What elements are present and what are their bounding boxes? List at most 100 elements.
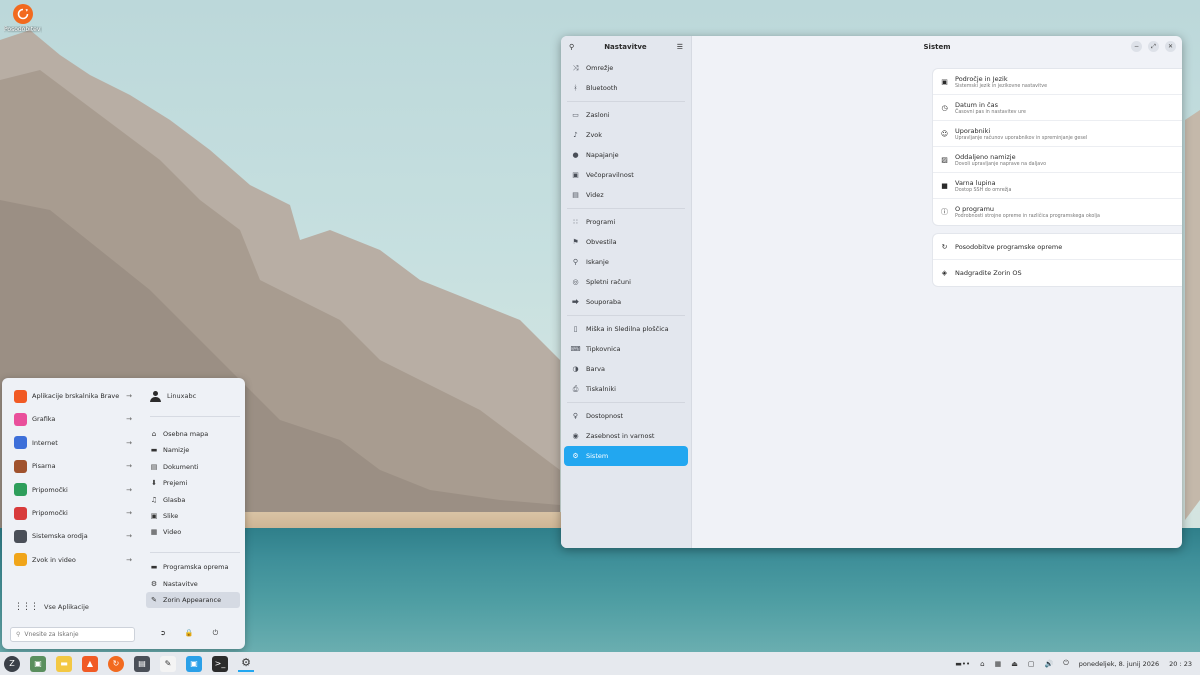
store-icon[interactable]: ▣ xyxy=(186,655,202,672)
sidebar-item-0[interactable]: ⤨ Omrežje xyxy=(564,58,688,78)
home-folder-icon: ⌂ xyxy=(151,430,157,438)
sidebar-item-17[interactable]: ◉ Zasebnost in varnost xyxy=(564,426,688,446)
desktop-icon-updater[interactable]: Posodobitev programov xyxy=(4,4,42,33)
category-label: Pripomočki xyxy=(32,509,68,517)
sidebar-item-7[interactable]: ∷ Programi xyxy=(564,212,688,232)
close-button[interactable]: ✕ xyxy=(1165,41,1176,52)
clock-time[interactable]: 20 : 23 xyxy=(1169,660,1192,668)
menu-place-3[interactable]: ⬇ Prejemi xyxy=(150,475,240,491)
sidebar-item-4[interactable]: ● Napajanje xyxy=(564,145,688,165)
text-editor-icon[interactable]: ✎ xyxy=(160,655,176,672)
hamburger-menu-icon[interactable]: ☰ xyxy=(677,43,683,51)
printer-icon: ⎙ xyxy=(572,384,579,393)
sidebar-item-1[interactable]: ᚼ Bluetooth xyxy=(564,78,688,98)
sidebar-item-6[interactable]: ▤ Videz xyxy=(564,185,688,205)
terminal-icon[interactable]: >_ xyxy=(212,655,228,672)
eject-icon[interactable]: ⏏ xyxy=(1011,660,1018,668)
power-icon[interactable]: ⏻ xyxy=(213,629,219,638)
sidebar-item-8[interactable]: ⚑ Obvestila xyxy=(564,232,688,252)
home-icon[interactable]: ⌂ xyxy=(980,660,984,668)
sidebar-item-16[interactable]: ♀ Dostopnost xyxy=(564,406,688,426)
menu-place-6[interactable]: ▦ Video xyxy=(150,524,240,540)
menu-category-6[interactable]: Sistemska orodja → xyxy=(14,527,132,545)
menu-system-1[interactable]: ⚙ Nastavitve xyxy=(150,576,240,592)
lock-icon[interactable]: 🔒 xyxy=(185,629,194,638)
sidebar-item-label: Večopravilnost xyxy=(586,171,634,179)
menu-category-3[interactable]: Pisarna → xyxy=(14,457,132,475)
start-menu: Aplikacije brskalnika Brave → Grafika → Inte… xyxy=(2,378,245,649)
system-row-3[interactable]: ▨ Oddaljeno namizje Dovoli upravljanje nap… xyxy=(933,147,1182,173)
link-row-0[interactable]: ↻Posodobitve programske opreme↗ xyxy=(933,234,1182,260)
power-menu-icon[interactable]: ⏻ xyxy=(1063,659,1069,668)
link-row-1[interactable]: ◈Nadgradite Zorin OS↗ xyxy=(933,260,1182,286)
user-avatar-icon xyxy=(150,390,161,402)
zorin-menu-icon[interactable]: Z xyxy=(4,655,20,672)
system-row-1[interactable]: ◷ Datum in čas Časovni pas in nastavitev u… xyxy=(933,95,1182,121)
sidebar-divider xyxy=(567,402,685,403)
sidebar-item-5[interactable]: ▣ Večopravilnost xyxy=(564,165,688,185)
appearance-icon: ✎ xyxy=(151,596,157,604)
sidebar-header: ⚲ Nastavitve ☰ xyxy=(561,36,691,58)
menu-category-7[interactable]: Zvok in video → xyxy=(14,551,132,569)
sidebar-item-14[interactable]: ◑ Barva xyxy=(564,359,688,379)
sidebar-item-18[interactable]: ⚙ Sistem xyxy=(564,446,688,466)
layout-icon[interactable]: ▦ xyxy=(995,660,1002,668)
sidebar-item-15[interactable]: ⎙ Tiskalniki xyxy=(564,379,688,399)
sidebar-item-10[interactable]: ◎ Spletni računi xyxy=(564,272,688,292)
page-title: Sistem xyxy=(923,43,951,51)
sidebar-item-9[interactable]: ⚲ Iskanje xyxy=(564,252,688,272)
menu-place-2[interactable]: ▤ Dokumenti xyxy=(150,459,240,475)
software-store-icon[interactable]: ▣ xyxy=(30,655,46,672)
search-icon: ⚲ xyxy=(16,631,21,638)
menu-category-1[interactable]: Grafika → xyxy=(14,410,132,428)
sidebar-item-3[interactable]: ♪ Zvok xyxy=(564,125,688,145)
maximize-button[interactable]: ⤢ xyxy=(1148,41,1159,52)
menu-category-5[interactable]: Pripomočki → xyxy=(14,504,132,522)
sidebar-item-11[interactable]: ⮕ Souporaba xyxy=(564,292,688,312)
menu-search-input[interactable] xyxy=(24,631,125,638)
place-label: Osebna mapa xyxy=(163,430,209,438)
menu-search[interactable]: ⚲ xyxy=(10,627,135,642)
category-label: Pripomočki xyxy=(32,485,68,494)
brave-browser-icon[interactable]: ▲ xyxy=(82,655,98,672)
system-settings-card: ▣ Področje in Jezik Sistemski jezik in jez… xyxy=(933,69,1182,225)
menu-place-0[interactable]: ⌂ Osebna mapa xyxy=(150,426,240,442)
software-icon: ▬ xyxy=(150,563,158,571)
place-label: Dokumenti xyxy=(163,462,199,471)
logout-icon[interactable]: ➲ xyxy=(160,629,166,638)
sidebar-item-12[interactable]: ▯ Miška in Sledilna ploščica xyxy=(564,319,688,339)
menu-place-1[interactable]: ▬ Namizje xyxy=(150,442,240,458)
minimize-button[interactable]: − xyxy=(1131,41,1142,52)
menu-divider xyxy=(150,416,240,417)
sidebar-item-label: Sistem xyxy=(586,452,609,460)
all-apps-button[interactable]: ⋮⋮⋮ Vse Aplikacije xyxy=(14,602,89,612)
sidebar-item-2[interactable]: ▭ Zasloni xyxy=(564,105,688,125)
screen-icon[interactable]: ▢ xyxy=(1028,660,1035,668)
sidebar-search-icon[interactable]: ⚲ xyxy=(569,43,574,51)
place-label: Prejemi xyxy=(163,479,188,488)
system-tray: ▬•• ⌂ ▦ ⏏ ▢ 🔊 ⏻ ponedeljek, 8. junij 202… xyxy=(955,652,1192,675)
gear-icon: ⚙ xyxy=(572,452,579,460)
menu-category-0[interactable]: Aplikacije brskalnika Brave → xyxy=(14,387,132,405)
sidebar-list: ⤨ Omrežje ᚼ Bluetooth ▭ Zasloni ♪ Zvok ● Napajanj… xyxy=(561,58,691,466)
menu-category-4[interactable]: Pripomočki → xyxy=(14,481,132,499)
menu-user[interactable]: Linuxabc xyxy=(150,388,196,404)
system-row-4[interactable]: ■Varna lupinaDostop SSH do omrežja→ xyxy=(933,173,1182,199)
workspace-indicator-icon[interactable]: ▬•• xyxy=(955,660,970,668)
clock-date[interactable]: ponedeljek, 8. junij 2026 xyxy=(1079,660,1159,668)
system-row-2[interactable]: ☺ Uporabniki Upravljanje računov uporabnik… xyxy=(933,121,1182,147)
menu-system-0[interactable]: ▬ Programska oprema xyxy=(150,559,240,575)
system-row-5[interactable]: ⓘ O programu Podrobnosti strojne opreme in… xyxy=(933,199,1182,225)
files-icon[interactable]: ▬ xyxy=(56,655,72,672)
menu-system-2[interactable]: ✎ Zorin Appearance xyxy=(146,592,240,608)
system-monitor-icon[interactable]: ▤ xyxy=(134,655,150,672)
menu-category-2[interactable]: Internet → xyxy=(14,434,132,452)
updater-icon[interactable]: ↻ xyxy=(108,655,124,672)
settings-taskbar-icon[interactable]: ⚙ xyxy=(238,656,254,672)
menu-place-5[interactable]: ▣ Slike xyxy=(150,508,240,524)
menu-place-4[interactable]: ♫ Glasba xyxy=(150,492,240,508)
sidebar-item-13[interactable]: ⌨ Tipkovnica xyxy=(564,339,688,359)
system-row-0[interactable]: ▣ Področje in Jezik Sistemski jezik in jez… xyxy=(933,69,1182,95)
grid-icon: ⋮⋮⋮ xyxy=(14,602,39,612)
volume-icon[interactable]: 🔊 xyxy=(1044,660,1053,668)
